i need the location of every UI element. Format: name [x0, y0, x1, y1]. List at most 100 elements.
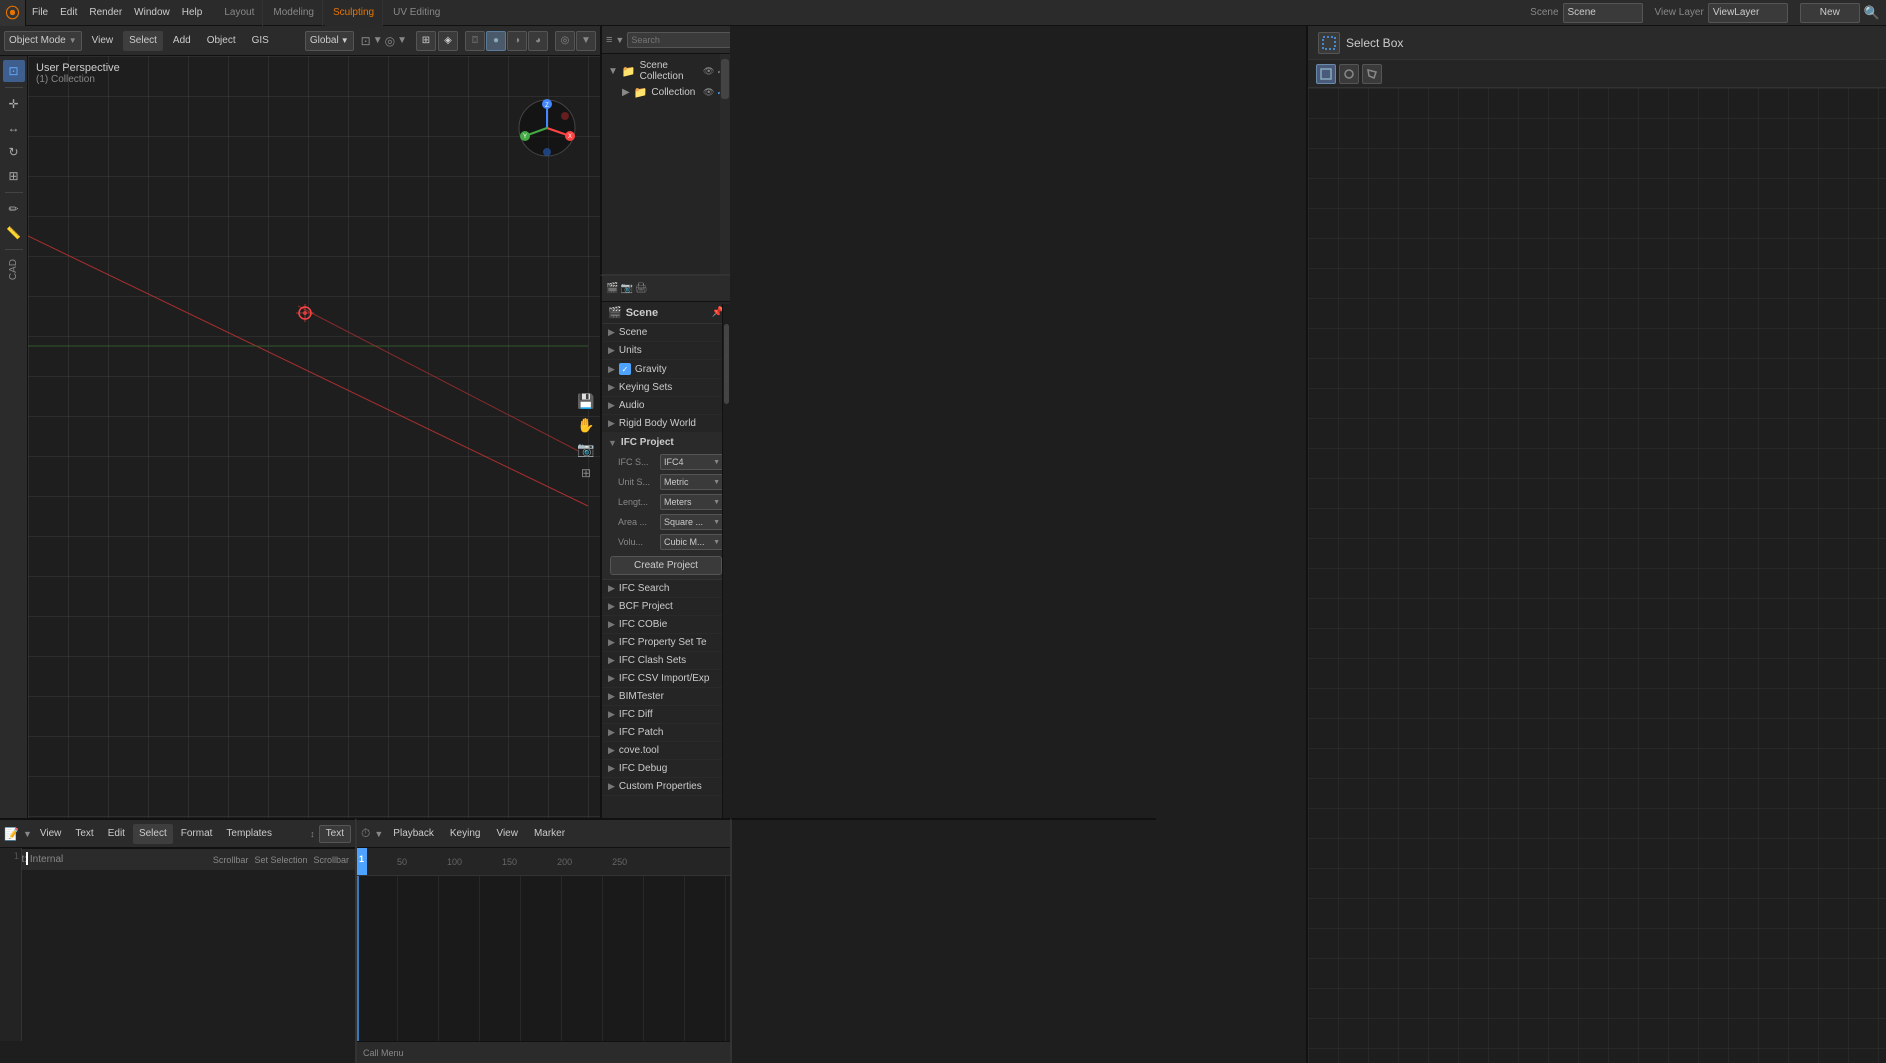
proportional-icon[interactable]: ◎: [385, 34, 395, 48]
ifc-patch-header[interactable]: ▶ IFC Patch: [602, 724, 730, 741]
outliner-search[interactable]: [627, 32, 730, 48]
help-menu[interactable]: Help: [176, 3, 209, 23]
ifc-diff-header[interactable]: ▶ IFC Diff: [602, 706, 730, 723]
scene-collection-row[interactable]: ▼ 📁 Scene Collection 👁 ✓: [606, 58, 726, 84]
output-prop-icon[interactable]: 🖨: [635, 283, 648, 294]
ifc-csv-header[interactable]: ▶ IFC CSV Import/Exp: [602, 670, 730, 687]
ifc-debug-header[interactable]: ▶ IFC Debug: [602, 760, 730, 777]
create-project-button[interactable]: Create Project: [610, 556, 722, 575]
solid-shading[interactable]: ●: [486, 31, 506, 51]
hand-icon[interactable]: ✋: [576, 415, 596, 435]
workspace-modeling[interactable]: Modeling: [265, 0, 323, 26]
ifc-cobie-header[interactable]: ▶ IFC COBie: [602, 616, 730, 633]
bcf-project-header[interactable]: ▶ BCF Project: [602, 598, 730, 615]
viewport-view-menu[interactable]: View: [86, 31, 120, 51]
text-templates-menu[interactable]: Templates: [220, 824, 278, 844]
cad-label[interactable]: CAD: [8, 255, 19, 284]
select-circle-tool-icon[interactable]: [1339, 64, 1359, 84]
cove-header[interactable]: ▶ cove.tool: [602, 742, 730, 759]
snap-icon[interactable]: ⊡: [361, 34, 371, 48]
render-prop-icon[interactable]: 📷: [620, 283, 632, 294]
text-text-menu[interactable]: Text: [69, 824, 99, 844]
custom-props-header[interactable]: ▶ Custom Properties: [602, 778, 730, 795]
3d-cursor[interactable]: [296, 304, 314, 325]
text-editor-area[interactable]: [22, 848, 355, 1041]
wire-shading[interactable]: ⌼: [465, 31, 485, 51]
ifc-schema-selector[interactable]: IFC4 ▼: [660, 454, 724, 470]
text-editor-filter[interactable]: ▼: [23, 829, 32, 839]
visibility-icon[interactable]: 👁: [703, 66, 714, 77]
gravity-checkbox[interactable]: ✓: [619, 363, 631, 375]
rotate-tool-btn[interactable]: ↻: [3, 141, 25, 163]
scene-section-header[interactable]: ▶ Scene: [602, 324, 730, 341]
edit-menu[interactable]: Edit: [54, 3, 83, 23]
text-view-menu[interactable]: View: [34, 824, 68, 844]
length-selector[interactable]: Meters ▼: [660, 494, 724, 510]
mode-selector[interactable]: Object Mode ▼: [4, 31, 82, 51]
file-menu[interactable]: File: [26, 3, 54, 23]
select-tool-btn[interactable]: ⊡: [3, 60, 25, 82]
workspace-layout[interactable]: Layout: [216, 0, 263, 26]
axis-gizmo[interactable]: Z X Y: [515, 96, 580, 161]
rigidbody-section-header[interactable]: ▶ Rigid Body World: [602, 415, 730, 432]
text-format-menu[interactable]: Format: [175, 824, 219, 844]
text-select-menu[interactable]: Select: [133, 824, 173, 844]
timeline-filter[interactable]: ▼: [374, 829, 383, 839]
audio-section-header[interactable]: ▶ Audio: [602, 397, 730, 414]
tl-call-menu[interactable]: Call Menu: [363, 1048, 404, 1058]
render-menu[interactable]: Render: [83, 3, 128, 23]
xray-btn[interactable]: ◈: [438, 31, 458, 51]
volume-selector[interactable]: Cubic M... ▼: [660, 534, 724, 550]
unit-system-selector[interactable]: Metric ▼: [660, 474, 724, 490]
select-lasso-tool-icon[interactable]: [1362, 64, 1382, 84]
measure-tool-btn[interactable]: 📏: [3, 222, 25, 244]
viewport-canvas[interactable]: User Perspective (1) Collection: [28, 56, 600, 818]
select-box-icon[interactable]: [1318, 32, 1340, 54]
keying-menu[interactable]: Keying: [444, 824, 487, 844]
ifc-clash-header[interactable]: ▶ IFC Clash Sets: [602, 652, 730, 669]
bimtester-header[interactable]: ▶ BIMTester: [602, 688, 730, 705]
viewport-select-menu[interactable]: Select: [123, 31, 163, 51]
cursor-tool-btn[interactable]: ✛: [3, 93, 25, 115]
text-edit-menu[interactable]: Edit: [102, 824, 131, 844]
tl-view-menu[interactable]: View: [490, 824, 524, 844]
units-section-header[interactable]: ▶ Units: [602, 342, 730, 359]
workspace-sculpting[interactable]: Sculpting: [325, 0, 383, 26]
viewport-object-menu[interactable]: Object: [201, 31, 242, 51]
ifc-search-header[interactable]: ▶ IFC Search: [602, 580, 730, 597]
view-layer-selector[interactable]: ViewLayer: [1708, 3, 1788, 23]
window-menu[interactable]: Window: [128, 3, 176, 23]
sync-scroll-icon[interactable]: ↕: [310, 829, 315, 839]
text-file-selector[interactable]: Text: [319, 825, 351, 843]
annotate-tool-btn[interactable]: ✏: [3, 198, 25, 220]
area-selector[interactable]: Square ... ▼: [660, 514, 724, 530]
viewport-gis-menu[interactable]: GIS: [246, 31, 275, 51]
gizmo-type[interactable]: ▼: [576, 31, 596, 51]
marker-menu[interactable]: Marker: [528, 824, 571, 844]
gizmo-btn[interactable]: ◎: [555, 31, 575, 51]
sub-visibility-icon[interactable]: 👁: [703, 87, 714, 98]
transform-orientation[interactable]: Global ▼: [305, 31, 354, 51]
snap-type[interactable]: ▼: [373, 35, 383, 46]
scene-selector[interactable]: Scene: [1563, 3, 1643, 23]
grid-icon[interactable]: ⊞: [576, 463, 596, 483]
overlay-btn[interactable]: ⊞: [416, 31, 436, 51]
search-icon[interactable]: 🔍: [1864, 5, 1880, 21]
sub-collection-row[interactable]: ▶ 📁 Collection 👁 ✓: [606, 84, 726, 101]
scene-prop-icon[interactable]: 🎬: [606, 283, 618, 294]
rendered-shading[interactable]: ◕: [528, 31, 548, 51]
select-box-tool-icon[interactable]: [1316, 64, 1336, 84]
blender-logo[interactable]: ⦿: [0, 0, 26, 26]
ifc-project-header[interactable]: ▼ IFC Project: [602, 433, 730, 452]
workspace-uv[interactable]: UV Editing: [385, 0, 448, 26]
outliner-filter-icon[interactable]: ▼: [615, 35, 624, 45]
scale-tool-btn[interactable]: ⊞: [3, 165, 25, 187]
outliner-scrollbar[interactable]: [720, 54, 730, 274]
camera-icon[interactable]: 📷: [576, 439, 596, 459]
prop-chevron[interactable]: ▼: [397, 35, 407, 46]
playback-menu[interactable]: Playback: [387, 824, 440, 844]
save-icon[interactable]: 💾: [576, 391, 596, 411]
keying-section-header[interactable]: ▶ Keying Sets: [602, 379, 730, 396]
ifc-propset-header[interactable]: ▶ IFC Property Set Te: [602, 634, 730, 651]
new-button[interactable]: New: [1800, 3, 1860, 23]
